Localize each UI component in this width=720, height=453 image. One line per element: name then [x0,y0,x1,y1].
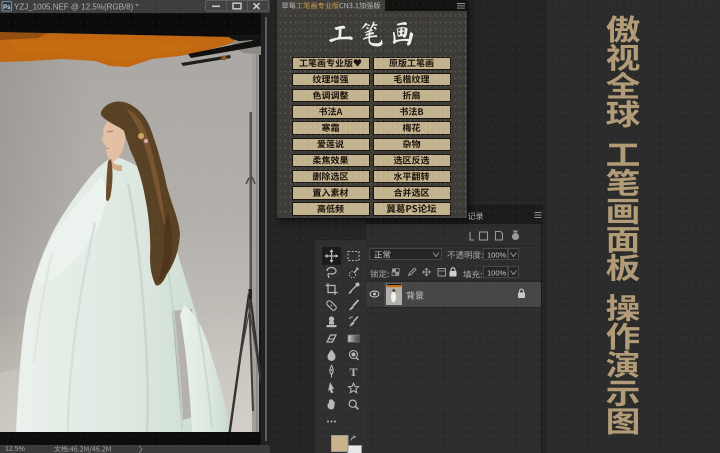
svg-text:Ps: Ps [3,5,11,11]
svg-text:100%: 100% [487,251,507,260]
svg-text:100%: 100% [487,269,507,278]
svg-text:12.5%: 12.5% [5,446,25,453]
svg-text:YZJ_1005.NEF @ 12.5%(RGB/8) *: YZJ_1005.NEF @ 12.5%(RGB/8) * [14,2,139,11]
svg-text:T: T [349,365,357,379]
